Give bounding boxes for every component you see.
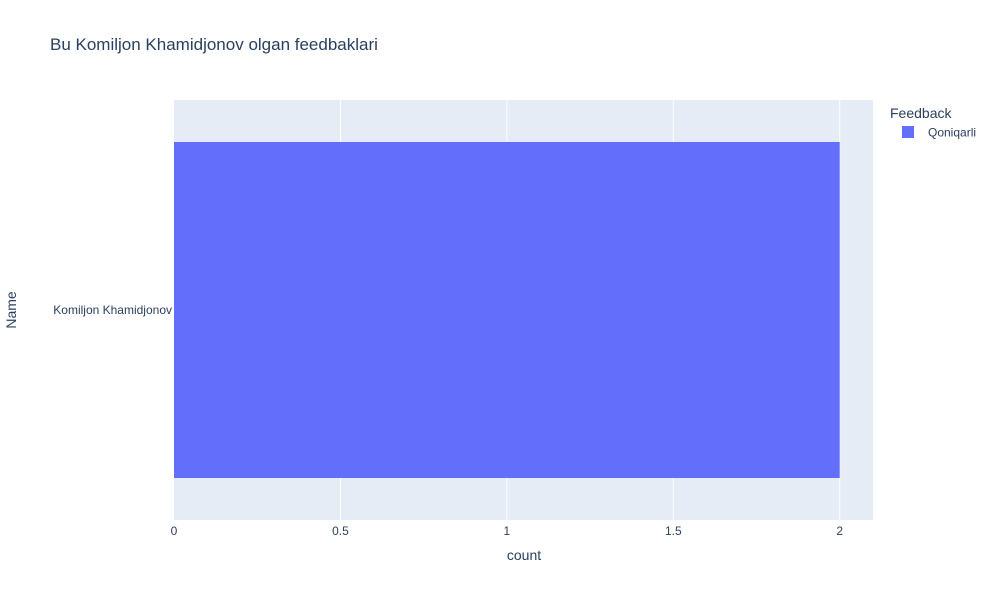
bar[interactable]: [174, 142, 840, 478]
y-tick-label: Komiljon Khamidjonov: [53, 303, 172, 317]
legend[interactable]: Feedback Qoniqarli: [890, 105, 976, 140]
y-tick-labels: Komiljon Khamidjonov: [53, 303, 172, 317]
chart: Bu Komiljon Khamidjonov olgan feedbaklar…: [3, 35, 976, 563]
legend-title: Feedback: [890, 105, 952, 121]
x-tick-labels: 0 0.5 1 1.5 2: [171, 524, 844, 538]
x-tick-label: 1: [504, 524, 511, 538]
bars: [174, 142, 840, 478]
x-tick-label: 2: [836, 524, 843, 538]
x-tick-label: 0.5: [332, 524, 349, 538]
x-axis-label: count: [507, 547, 541, 563]
x-tick-label: 0: [171, 524, 178, 538]
chart-title: Bu Komiljon Khamidjonov olgan feedbaklar…: [50, 35, 378, 54]
legend-swatch[interactable]: [902, 126, 914, 138]
legend-item-label[interactable]: Qoniqarli: [928, 126, 976, 140]
x-tick-label: 1.5: [665, 524, 682, 538]
y-axis-label: Name: [3, 291, 19, 329]
